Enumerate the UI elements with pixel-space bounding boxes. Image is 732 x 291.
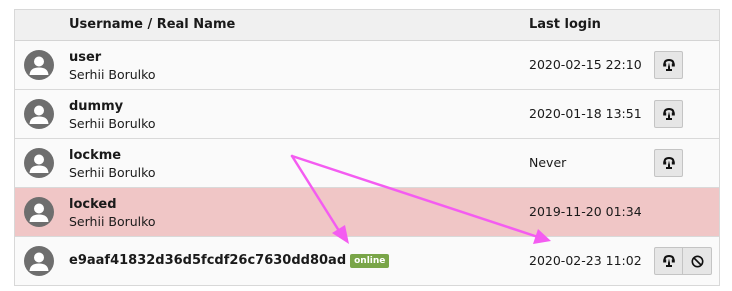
backend-users-table: Username / Real Name Last login user Ser… — [14, 9, 720, 286]
username[interactable]: lockme — [69, 148, 121, 163]
user-avatar-icon — [24, 99, 54, 129]
last-login: 2020-01-18 13:51 — [529, 106, 642, 121]
switch-user-button[interactable] — [654, 247, 683, 275]
username[interactable]: locked — [69, 197, 117, 212]
username[interactable]: e9aaf41832d36d5fcdf26c7630dd80ad — [69, 253, 346, 268]
real-name: Serhii Borulko — [69, 67, 156, 82]
table-row: e9aaf41832d36d5fcdf26c7630dd80ad online 2… — [15, 237, 719, 285]
switch-user-button[interactable] — [654, 100, 683, 128]
backend-users-panel: Username / Real Name Last login user Ser… — [0, 0, 732, 291]
row-actions — [654, 100, 683, 128]
user-avatar-icon — [24, 246, 54, 276]
column-header-last-login: Last login — [529, 17, 601, 32]
switch-user-icon — [662, 108, 675, 120]
block-icon — [691, 255, 703, 267]
real-name: Serhii Borulko — [69, 214, 156, 229]
table-row: lockme Serhii Borulko Never — [15, 139, 719, 188]
table-row-locked: locked Serhii Borulko 2019-11-20 01:34 — [15, 188, 719, 237]
switch-user-button[interactable] — [654, 149, 683, 177]
online-badge: online — [350, 254, 390, 268]
user-avatar-icon — [24, 148, 54, 178]
switch-user-button[interactable] — [654, 51, 683, 79]
username[interactable]: dummy — [69, 99, 123, 114]
switch-user-icon — [662, 255, 675, 267]
last-login: 2019-11-20 01:34 — [529, 204, 642, 219]
switch-user-icon — [662, 59, 675, 71]
user-avatar-icon — [24, 197, 54, 227]
table-row: dummy Serhii Borulko 2020-01-18 13:51 — [15, 90, 719, 139]
row-actions — [654, 149, 683, 177]
last-login: 2020-02-15 22:10 — [529, 57, 642, 72]
user-avatar-icon — [24, 50, 54, 80]
real-name: Serhii Borulko — [69, 116, 156, 131]
row-actions — [654, 51, 683, 79]
column-header-username: Username / Real Name — [69, 17, 236, 32]
table-row: user Serhii Borulko 2020-02-15 22:10 — [15, 41, 719, 90]
lock-user-button[interactable] — [683, 247, 712, 275]
real-name: Serhii Borulko — [69, 165, 156, 180]
row-actions — [654, 247, 712, 275]
switch-user-icon — [662, 157, 675, 169]
last-login: 2020-02-23 11:02 — [529, 253, 642, 268]
last-login: Never — [529, 155, 567, 170]
username-with-status: e9aaf41832d36d5fcdf26c7630dd80ad online — [69, 253, 390, 268]
table-header: Username / Real Name Last login — [15, 10, 719, 41]
username[interactable]: user — [69, 50, 101, 65]
